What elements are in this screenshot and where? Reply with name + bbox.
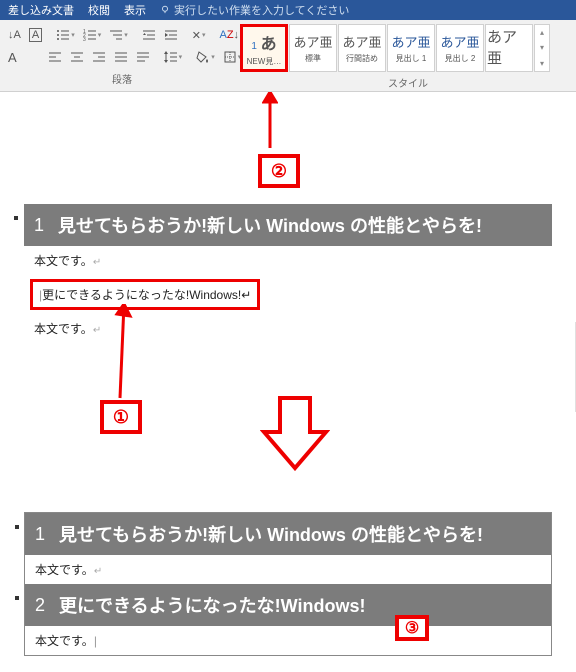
callout-2: ②: [258, 154, 300, 188]
style-new-heading[interactable]: 1 あ NEW見…: [240, 24, 288, 72]
callout-3: ③: [395, 615, 429, 641]
document-canvas: ② 1 見せてもらおうか!新しい Windows の性能とやらを! 本文です。↵…: [0, 92, 576, 672]
asian-layout-button[interactable]: ✕▾: [188, 25, 210, 45]
sort-button[interactable]: AZ↓: [215, 25, 243, 45]
align-justify-button[interactable]: [110, 47, 132, 67]
doc2-body1[interactable]: 本文です。↵: [25, 555, 551, 584]
distribute-button[interactable]: [132, 47, 154, 67]
tab-mailings[interactable]: 差し込み文書: [8, 2, 74, 18]
text-box-button[interactable]: A: [25, 25, 46, 45]
down-arrow-icon: [260, 394, 330, 474]
doc1-body1[interactable]: 本文です。↵: [24, 246, 552, 275]
paragraph-group: ↓A A ▾ 123▾ ▾ ✕▾ AZ↓ ✦ A ▾ ▾: [0, 24, 240, 91]
align-left-button[interactable]: [44, 47, 66, 67]
style-normal[interactable]: あア亜標準: [289, 24, 337, 72]
increase-indent-button[interactable]: [160, 25, 182, 45]
doc2-body2[interactable]: 本文です。|: [25, 626, 551, 655]
document-before: 1 見せてもらおうか!新しい Windows の性能とやらを! 本文です。↵ |…: [24, 204, 552, 343]
styles-group: 1 あ NEW見… あア亜標準 あア亜行間詰め あア亜見出し 1 あア亜見出し …: [240, 24, 576, 91]
tab-bar: 差し込み文書 校閲 表示 実行したい作業を入力してください: [0, 0, 576, 20]
lightbulb-icon: [160, 5, 170, 15]
ribbon: ↓A A ▾ 123▾ ▾ ✕▾ AZ↓ ✦ A ▾ ▾: [0, 20, 576, 92]
arrow-2-icon: [262, 92, 278, 154]
style-heading1[interactable]: あア亜見出し 1: [387, 24, 435, 72]
tab-review[interactable]: 校閲: [88, 2, 110, 18]
svg-text:3: 3: [83, 37, 86, 42]
paragraph-group-label: 段落: [4, 71, 240, 86]
tab-view[interactable]: 表示: [124, 2, 146, 18]
styles-more-button[interactable]: ▴▾▾: [534, 24, 550, 72]
styles-group-label: スタイル: [240, 75, 576, 90]
style-no-spacing[interactable]: あア亜行間詰め: [338, 24, 386, 72]
doc1-body2[interactable]: 本文です。↵: [24, 314, 552, 343]
shading-button[interactable]: ▾: [192, 47, 219, 67]
align-center-button[interactable]: [66, 47, 88, 67]
bullets-button[interactable]: ▾: [52, 25, 79, 45]
doc1-heading1[interactable]: 1 見せてもらおうか!新しい Windows の性能とやらを!: [24, 204, 552, 246]
numbering-button[interactable]: 123▾: [79, 25, 106, 45]
tell-me-search[interactable]: 実行したい作業を入力してください: [160, 2, 349, 18]
align-right-button[interactable]: [88, 47, 110, 67]
document-after: 1 見せてもらおうか!新しい Windows の性能とやらを! 本文です。↵ 2…: [24, 512, 552, 656]
doc2-heading2[interactable]: 2 更にできるようになったな!Windows!: [25, 584, 551, 626]
decrease-indent-button[interactable]: [138, 25, 160, 45]
style-heading2[interactable]: あア亜見出し 2: [436, 24, 484, 72]
doc2-heading1[interactable]: 1 見せてもらおうか!新しい Windows の性能とやらを!: [25, 513, 551, 555]
arrow-1-icon: [110, 304, 140, 404]
line-spacing-button[interactable]: ▾: [160, 47, 187, 67]
multilevel-list-button[interactable]: ▾: [105, 25, 132, 45]
style-title[interactable]: あア亜表題: [485, 24, 533, 72]
text-direction-button[interactable]: ↓A: [4, 25, 25, 45]
ruby-button[interactable]: A: [4, 47, 21, 67]
callout-1: ①: [100, 400, 142, 434]
doc1-selected-line[interactable]: |更にできるようになったな!Windows!↵: [30, 279, 260, 310]
